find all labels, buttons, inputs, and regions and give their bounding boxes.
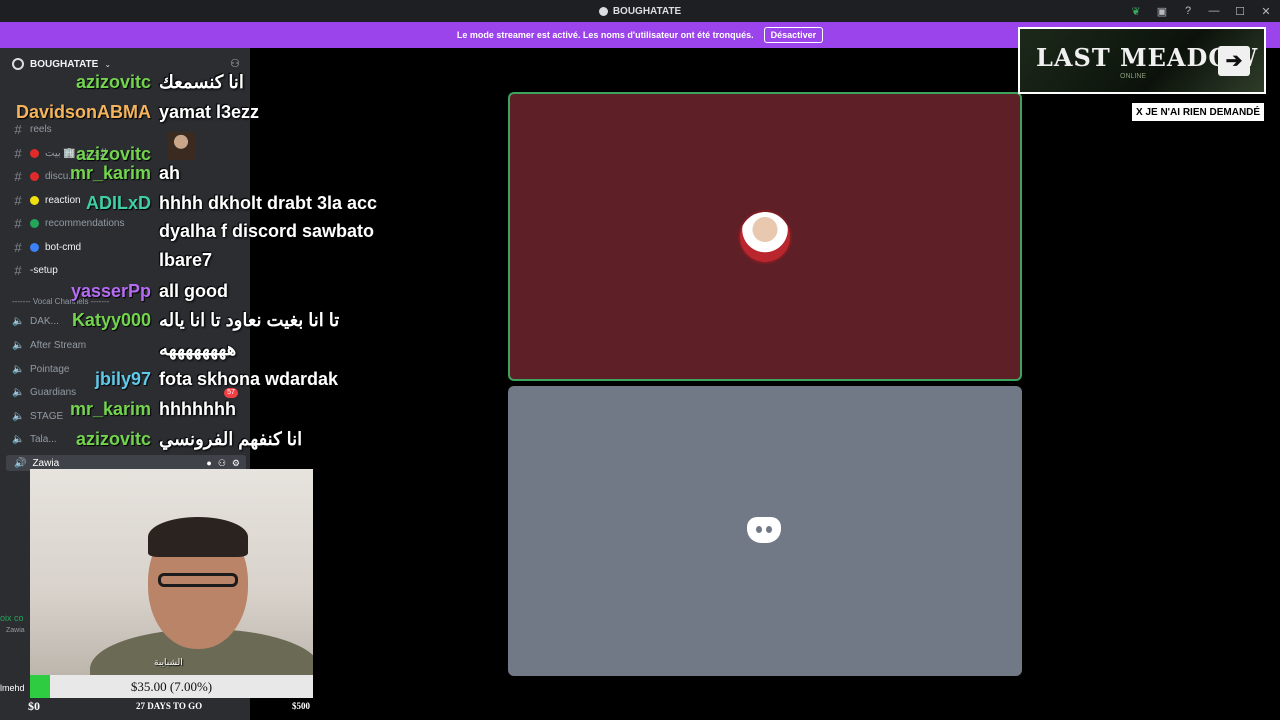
add-user-icon[interactable]: ⚇ [230,57,240,70]
voice-channel-item[interactable]: 🔈 After Stream [12,336,86,354]
status-dot-icon [30,218,39,228]
channel-label: discu... [45,170,77,182]
speaker-icon: 🔈 [12,339,25,351]
voice-channel-label: Guardians [30,386,77,398]
voice-channel-label: STAGE [30,410,64,422]
channel-label: recommendations [45,217,125,229]
speaker-icon: 🔈 [12,410,25,422]
streamer-webcam: الشبايبة [30,469,313,675]
goal-min: $0 [28,699,40,713]
voice-connected-fragment: oix co [0,613,24,623]
window-title-text: BOUGHATATE [612,5,682,17]
status-dot-icon [30,195,39,205]
server-header[interactable]: BOUGHATATE ⌄ ⚇ [0,48,250,80]
close-icon[interactable]: ✕ [1258,3,1274,19]
speaker-icon: 🔈 [12,315,25,327]
speaker-icon: 🔈 [12,433,25,445]
channel-item[interactable]: # reaction [12,191,81,209]
help-icon[interactable]: ? [1180,3,1196,19]
speaker-icon: 🔊 [14,457,27,469]
goal-days-remaining: 27 DAYS TO GO [136,701,203,711]
voice-channel-item[interactable]: 🔈 Pointage [12,360,69,378]
unread-badge: 57 [224,388,238,398]
hash-icon: # [14,168,22,184]
window-title: BOUGHATATE [598,5,682,17]
hash-icon: # [14,145,22,161]
voice-channel-item[interactable]: 🔈 Tala... [12,430,57,448]
app-root: BOUGHATATE ❦ ▣ ? — ☐ ✕ Le mode streamer … [0,0,1280,720]
discord-logo-icon [747,517,781,543]
inbox-icon[interactable]: ▣ [1154,3,1170,19]
disable-streamer-mode-button[interactable]: Désactiver [763,27,824,43]
goal-max: $500 [292,701,310,711]
channel-item[interactable]: # reels [12,120,52,138]
channel-label: reels [30,123,52,135]
active-voice-label: Zawia [32,457,60,469]
voice-channels-header: ------- Vocal Channels ------- [12,297,110,306]
hash-icon: # [14,262,22,278]
channel-item[interactable]: # discu... [12,167,77,185]
voice-channel-item[interactable]: 🔈 DAK... [12,312,59,330]
chat-bubble-icon[interactable]: ● [206,458,211,469]
channel-label: reaction [45,194,81,206]
voice-channel-item[interactable]: 🔈 STAGE [12,407,63,425]
channel-item[interactable]: # الخزين 🏢 بيت [12,144,107,162]
invite-icon[interactable]: ⚇ [218,458,226,469]
voice-channel-label: Pointage [30,363,70,375]
minimize-icon[interactable]: — [1206,3,1222,19]
video-tile-speaking[interactable] [508,92,1022,381]
channel-item[interactable]: # recommendations [12,214,124,232]
banner-text: Le mode streamer est activé. Les noms d'… [456,30,754,40]
arrow-right-icon: ➔ [1218,46,1250,76]
webcam-caption: الشبايبة [154,657,183,667]
channel-label: الخزين 🏢 بيت [45,147,107,159]
leaf-icon[interactable]: ❦ [1128,3,1144,19]
user-avatar [738,210,792,264]
channel-label: -setup [30,264,58,276]
hash-icon: # [14,215,22,231]
username-fragment: lmehd [0,683,25,693]
title-bar-controls: ❦ ▣ ? — ☐ ✕ [1128,3,1274,19]
donation-goal-bar: $35.00 (7.00%) [30,675,313,698]
voice-controls: ● ⚇ ⚙ [206,458,240,469]
discord-small-icon [598,6,608,16]
person-glasses [158,573,238,587]
server-name: BOUGHATATE [30,58,99,70]
channel-item[interactable]: # bot-cmd [12,238,81,256]
game-subtitle: ONLINE [1120,73,1147,80]
settings-icon[interactable]: ⚙ [232,458,240,469]
voice-channel-label: After Stream [30,339,87,351]
hash-icon: # [14,121,22,137]
stream-notice: X JE N'AI RIEN DEMANDÉ [1131,102,1266,122]
hash-icon: # [14,192,22,208]
voice-channel-item[interactable]: 🔈 Guardians [12,383,76,401]
speaker-icon: 🔈 [12,386,25,398]
channel-item[interactable]: # -setup [12,261,58,279]
voice-channel-label: DAK... [30,315,59,327]
voice-channel-label: Tala... [30,433,57,445]
title-bar: BOUGHATATE ❦ ▣ ? — ☐ ✕ [0,0,1280,22]
maximize-icon[interactable]: ☐ [1232,3,1248,19]
speaker-icon: 🔈 [12,363,25,375]
game-overlay-banner: LAST MEADOW ONLINE ➔ [1018,27,1266,94]
person-hair [148,517,248,557]
server-icon [12,58,24,70]
video-tile-idle[interactable] [508,386,1022,676]
goal-label: $35.00 (7.00%) [130,679,213,694]
channel-label: bot-cmd [45,241,82,253]
hash-icon: # [14,239,22,255]
status-dot-icon [30,148,39,158]
status-dot-icon [30,171,39,181]
voice-user-fragment: Zawia [6,627,25,634]
status-dot-icon [30,242,39,252]
chevron-down-icon: ⌄ [104,59,112,69]
